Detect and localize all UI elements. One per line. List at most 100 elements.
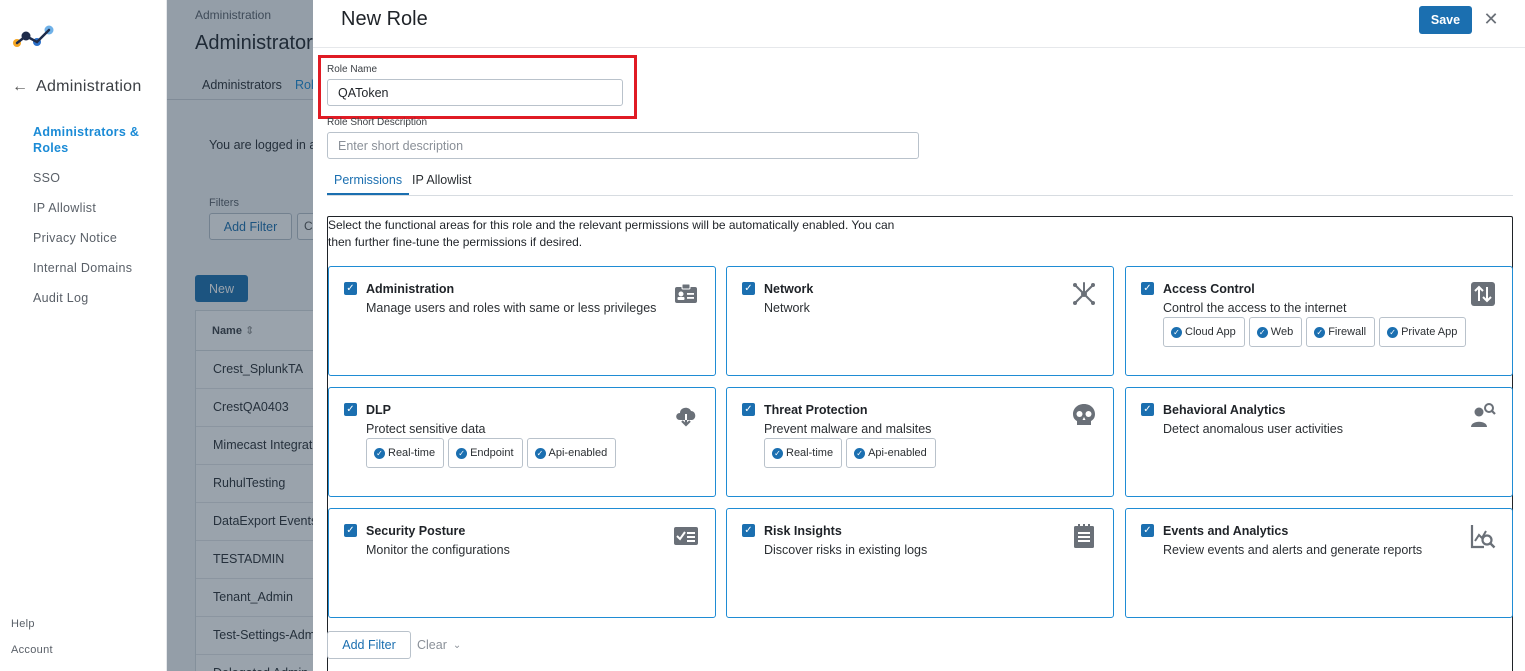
checkbox-network[interactable]: ✓: [742, 282, 755, 295]
card-description: Review events and alerts and generate re…: [1163, 543, 1423, 557]
add-filter-button[interactable]: Add Filter: [327, 631, 411, 659]
card-description: Monitor the configurations: [366, 543, 510, 557]
sidebar-item-administrators-roles[interactable]: Administrators & Roles: [33, 124, 153, 156]
card-title: Administration: [366, 282, 455, 296]
checkbox-administration[interactable]: ✓: [344, 282, 357, 295]
card-title: DLP: [366, 403, 391, 417]
card-events-analytics[interactable]: ✓ Events and Analytics Review events and…: [1125, 508, 1513, 618]
save-button[interactable]: Save: [1419, 6, 1472, 34]
chip-api-enabled[interactable]: ✓ Api-enabled: [526, 438, 617, 468]
check-circle-icon: ✓: [534, 447, 546, 459]
sidebar-item-internal-domains[interactable]: Internal Domains: [33, 260, 153, 276]
chip-private-app[interactable]: ✓ Private App: [1379, 317, 1467, 347]
sidebar-nav: Administrators & Roles SSO IP Allowlist …: [33, 124, 153, 320]
checklist-icon: [674, 527, 698, 545]
checkbox-behavioral-analytics[interactable]: ✓: [1141, 403, 1154, 416]
card-description: Discover risks in existing logs: [764, 543, 928, 557]
chip-label: Private App: [1401, 326, 1458, 338]
chart-search-icon: [1470, 525, 1496, 549]
short-description-input[interactable]: [327, 132, 919, 159]
sidebar-item-ip-allowlist[interactable]: IP Allowlist: [33, 200, 153, 216]
role-tabs: Permissions IP Allowlist: [327, 169, 1513, 196]
clear-label: Clear: [417, 638, 447, 652]
chip-real-time[interactable]: ✓ Real-time: [366, 438, 445, 468]
chip-label: Endpoint: [470, 447, 514, 459]
tab-permissions[interactable]: Permissions: [327, 173, 410, 195]
card-description: Manage users and roles with same or less…: [366, 301, 657, 315]
chip-endpoint[interactable]: ✓ Endpoint: [448, 438, 523, 468]
checkbox-risk-insights[interactable]: ✓: [742, 524, 755, 537]
card-title: Threat Protection: [764, 403, 868, 417]
drawer-title: New Role: [341, 8, 428, 30]
permissions-panel: Select the functional areas for this rol…: [327, 216, 1513, 671]
back-label: Administration: [36, 78, 142, 95]
chip-group: ✓ Real-time ✓ Endpoint ✓ Api-enabled: [366, 438, 617, 468]
card-risk-insights[interactable]: ✓ Risk Insights Discover risks in existi…: [726, 508, 1114, 618]
skull-icon: [1073, 404, 1095, 425]
card-title: Risk Insights: [764, 524, 842, 538]
chip-label: Cloud App: [1185, 326, 1236, 338]
tab-ip-allowlist[interactable]: IP Allowlist: [405, 173, 479, 193]
card-description: Protect sensitive data: [366, 422, 486, 436]
chip-label: Real-time: [786, 447, 834, 459]
sidebar-item-audit-log[interactable]: Audit Log: [33, 290, 153, 306]
card-access-control[interactable]: ✓ Access Control Control the access to t…: [1125, 266, 1513, 376]
card-title: Network: [764, 282, 814, 296]
up-down-arrows-icon: [1471, 282, 1495, 306]
chip-cloud-app[interactable]: ✓ Cloud App: [1163, 317, 1245, 347]
help-link[interactable]: Help: [11, 618, 35, 630]
checkbox-events-analytics[interactable]: ✓: [1141, 524, 1154, 537]
user-search-icon: [1471, 403, 1496, 427]
role-name-input[interactable]: [327, 79, 623, 106]
short-description-label: Role Short Description: [327, 117, 428, 128]
checkbox-security-posture[interactable]: ✓: [344, 524, 357, 537]
card-behavioral-analytics[interactable]: ✓ Behavioral Analytics Detect anomalous …: [1125, 387, 1513, 497]
chip-label: Real-time: [388, 447, 436, 459]
clear-button[interactable]: Clear ⌄: [417, 638, 461, 652]
card-title: Access Control: [1163, 282, 1255, 296]
chip-web[interactable]: ✓ Web: [1248, 317, 1303, 347]
arrow-left-icon: ←: [12, 78, 28, 95]
checkbox-threat-protection[interactable]: ✓: [742, 403, 755, 416]
card-threat-protection[interactable]: ✓ Threat Protection Prevent malware and …: [726, 387, 1114, 497]
check-circle-icon: ✓: [1314, 326, 1326, 338]
card-title: Events and Analytics: [1163, 524, 1289, 538]
chip-real-time[interactable]: ✓ Real-time: [764, 438, 843, 468]
check-circle-icon: ✓: [772, 447, 783, 459]
permissions-intro: Select the functional areas for this rol…: [328, 218, 895, 249]
chevron-down-icon: ⌄: [452, 639, 462, 651]
header-divider: [313, 47, 1525, 48]
chip-firewall[interactable]: ✓ Firewall: [1306, 317, 1376, 347]
card-title: Behavioral Analytics: [1163, 403, 1286, 417]
card-security-posture[interactable]: ✓ Security Posture Monitor the configura…: [328, 508, 716, 618]
back-to-administration[interactable]: ← Administration: [12, 78, 142, 96]
chip-label: Api-enabled: [548, 447, 608, 459]
sidebar-item-privacy-notice[interactable]: Privacy Notice: [33, 230, 153, 246]
left-sidebar: ← Administration Administrators & Roles …: [0, 0, 167, 671]
chip-api-enabled[interactable]: ✓ Api-enabled: [846, 438, 936, 468]
network-hub-icon: [1073, 282, 1095, 305]
checkbox-access-control[interactable]: ✓: [1141, 282, 1154, 295]
check-circle-icon: ✓: [1256, 326, 1268, 338]
sidebar-item-sso[interactable]: SSO: [33, 170, 153, 186]
cloud-download-icon: [676, 407, 696, 427]
check-circle-icon: ✓: [1171, 326, 1182, 338]
card-description: Control the access to the internet: [1163, 301, 1347, 315]
checkbox-dlp[interactable]: ✓: [344, 403, 357, 416]
modal-backdrop[interactable]: [167, 0, 313, 671]
card-description: Network: [764, 301, 810, 315]
check-circle-icon: ✓: [456, 447, 468, 459]
card-description: Prevent malware and malsites: [764, 422, 932, 436]
card-dlp[interactable]: ✓ DLP Protect sensitive data ✓ Real-time …: [328, 387, 716, 497]
card-title: Security Posture: [366, 524, 466, 538]
check-circle-icon: ✓: [854, 447, 866, 459]
chip-label: Api-enabled: [868, 447, 927, 459]
brand-logo-icon[interactable]: [12, 24, 56, 50]
card-administration[interactable]: ✓ Administration Manage users and roles …: [328, 266, 716, 376]
account-link[interactable]: Account: [11, 644, 53, 656]
check-circle-icon: ✓: [1387, 326, 1399, 338]
check-circle-icon: ✓: [374, 447, 385, 459]
close-icon[interactable]: ✕: [1481, 8, 1501, 30]
card-description: Detect anomalous user activities: [1163, 422, 1343, 436]
card-network[interactable]: ✓ Network Network: [726, 266, 1114, 376]
